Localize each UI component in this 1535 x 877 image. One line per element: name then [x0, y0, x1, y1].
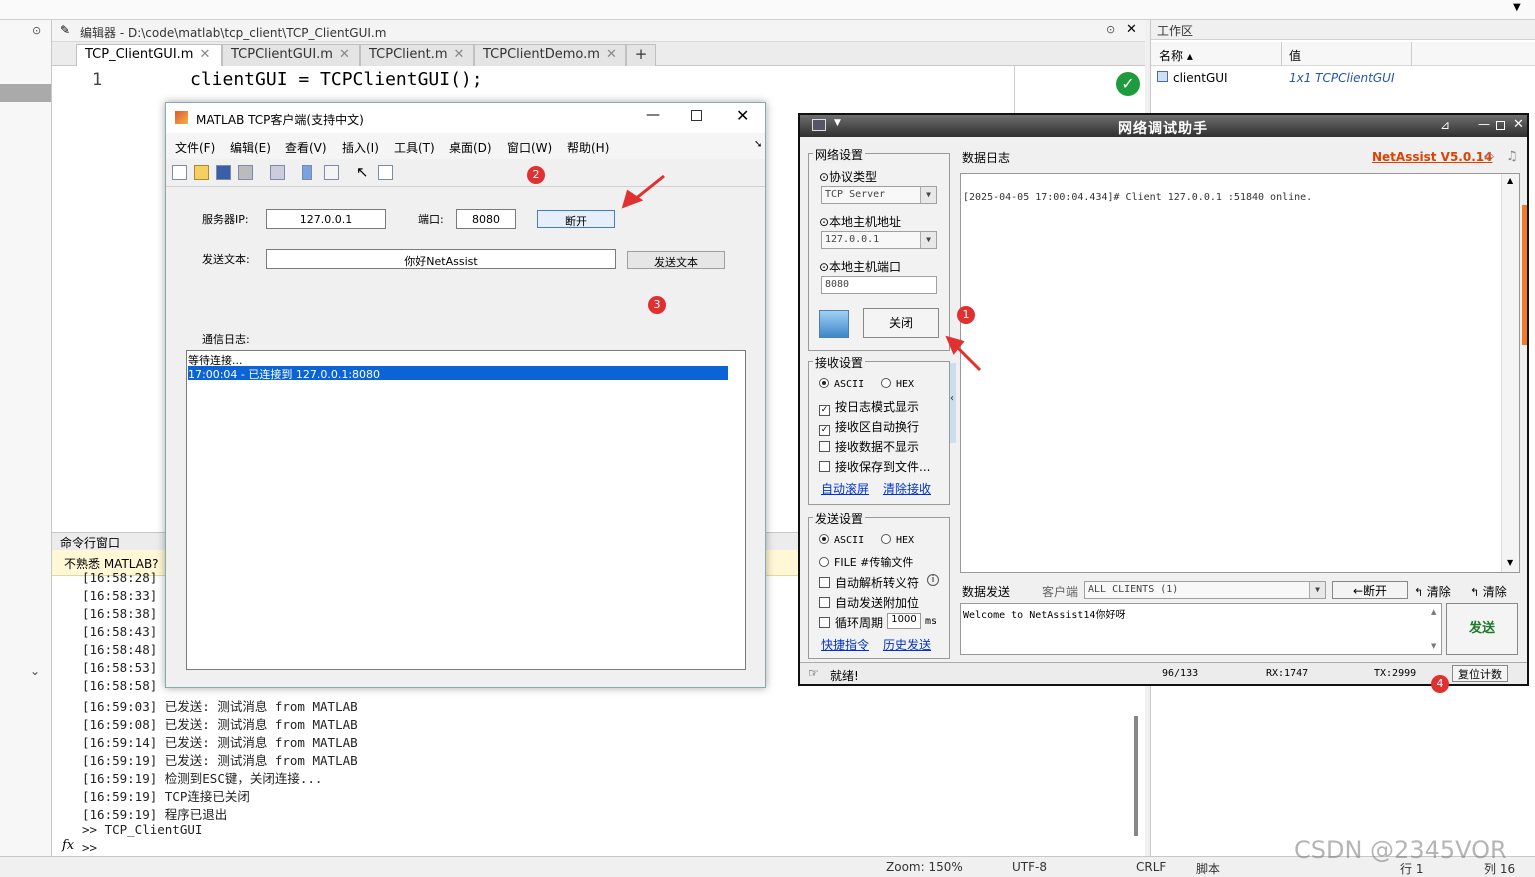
annotation-arrows: [621, 174, 982, 372]
arrow-to-disconnect: [633, 174, 665, 202]
arrowhead: [621, 189, 644, 209]
arrow-to-close: [956, 346, 982, 372]
watermark: CSDN @2345VOR: [1294, 836, 1507, 864]
